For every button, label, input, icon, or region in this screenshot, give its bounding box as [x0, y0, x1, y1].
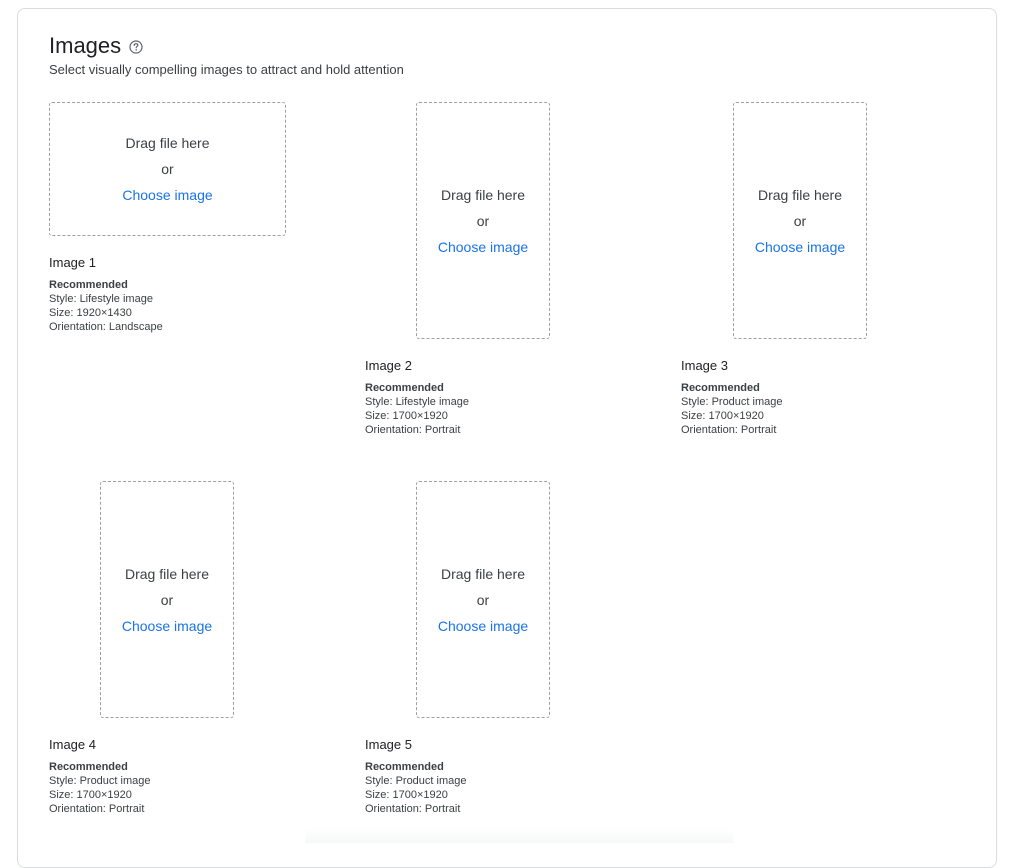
choose-image-link[interactable]: Choose image — [755, 237, 845, 257]
image-5-info: Image 5 Recommended Style: Product image… — [365, 737, 467, 816]
image-4-info: Image 4 Recommended Style: Product image… — [49, 737, 151, 816]
drag-file-text: Drag file here — [440, 186, 526, 203]
size-text: Size: 1700×1920 — [365, 410, 448, 422]
section-title: Images — [49, 33, 122, 58]
orientation-text: Orientation: Portrait — [365, 803, 461, 815]
recommended-label: Recommended — [49, 279, 128, 291]
image-3-info: Image 3 Recommended Style: Product image… — [681, 358, 783, 437]
image-5-dropzone[interactable]: Drag file here or Choose image — [416, 481, 550, 718]
or-text: or — [161, 161, 174, 177]
orientation-text: Orientation: Portrait — [365, 424, 461, 436]
image-1-dropzone[interactable]: Drag file here or Choose image — [49, 102, 286, 236]
choose-image-link[interactable]: Choose image — [438, 616, 528, 636]
bottom-overlay — [305, 828, 733, 843]
recommended-label: Recommended — [49, 761, 128, 773]
recommended-label: Recommended — [681, 382, 760, 394]
drag-file-text: Drag file here — [124, 565, 210, 582]
orientation-text: Orientation: Portrait — [681, 424, 777, 436]
help-icon[interactable] — [129, 40, 143, 54]
image-name: Image 5 — [365, 737, 412, 752]
orientation-text: Orientation: Landscape — [49, 321, 163, 333]
drag-file-text: Drag file here — [440, 565, 526, 582]
image-2-info: Image 2 Recommended Style: Lifestyle ima… — [365, 358, 469, 437]
choose-image-link[interactable]: Choose image — [122, 185, 212, 205]
style-text: Style: Lifestyle image — [365, 396, 469, 408]
choose-image-link[interactable]: Choose image — [122, 616, 212, 636]
size-text: Size: 1920×1430 — [49, 307, 132, 319]
image-3-dropzone[interactable]: Drag file here or Choose image — [733, 102, 867, 339]
image-name: Image 2 — [365, 358, 412, 373]
image-name: Image 4 — [49, 737, 96, 752]
choose-image-link[interactable]: Choose image — [438, 237, 528, 257]
style-text: Style: Product image — [365, 775, 467, 787]
recommended-label: Recommended — [365, 761, 444, 773]
style-text: Style: Lifestyle image — [49, 293, 153, 305]
title-row: Images — [49, 33, 143, 59]
recommended-label: Recommended — [365, 382, 444, 394]
image-name: Image 1 — [49, 255, 96, 270]
style-text: Style: Product image — [49, 775, 151, 787]
style-text: Style: Product image — [681, 396, 783, 408]
image-4-dropzone[interactable]: Drag file here or Choose image — [100, 481, 234, 718]
section-subtitle: Select visually compelling images to att… — [49, 62, 404, 77]
or-text: or — [476, 212, 490, 229]
image-name: Image 3 — [681, 358, 728, 373]
image-1-info: Image 1 Recommended Style: Lifestyle ima… — [49, 255, 163, 334]
or-text: or — [793, 212, 807, 229]
drag-file-text: Drag file here — [125, 135, 210, 151]
image-2-dropzone[interactable]: Drag file here or Choose image — [416, 102, 550, 339]
orientation-text: Orientation: Portrait — [49, 803, 145, 815]
drag-file-text: Drag file here — [757, 186, 843, 203]
or-text: or — [160, 591, 174, 608]
or-text: or — [476, 591, 490, 608]
size-text: Size: 1700×1920 — [681, 410, 764, 422]
size-text: Size: 1700×1920 — [49, 789, 132, 801]
size-text: Size: 1700×1920 — [365, 789, 448, 801]
